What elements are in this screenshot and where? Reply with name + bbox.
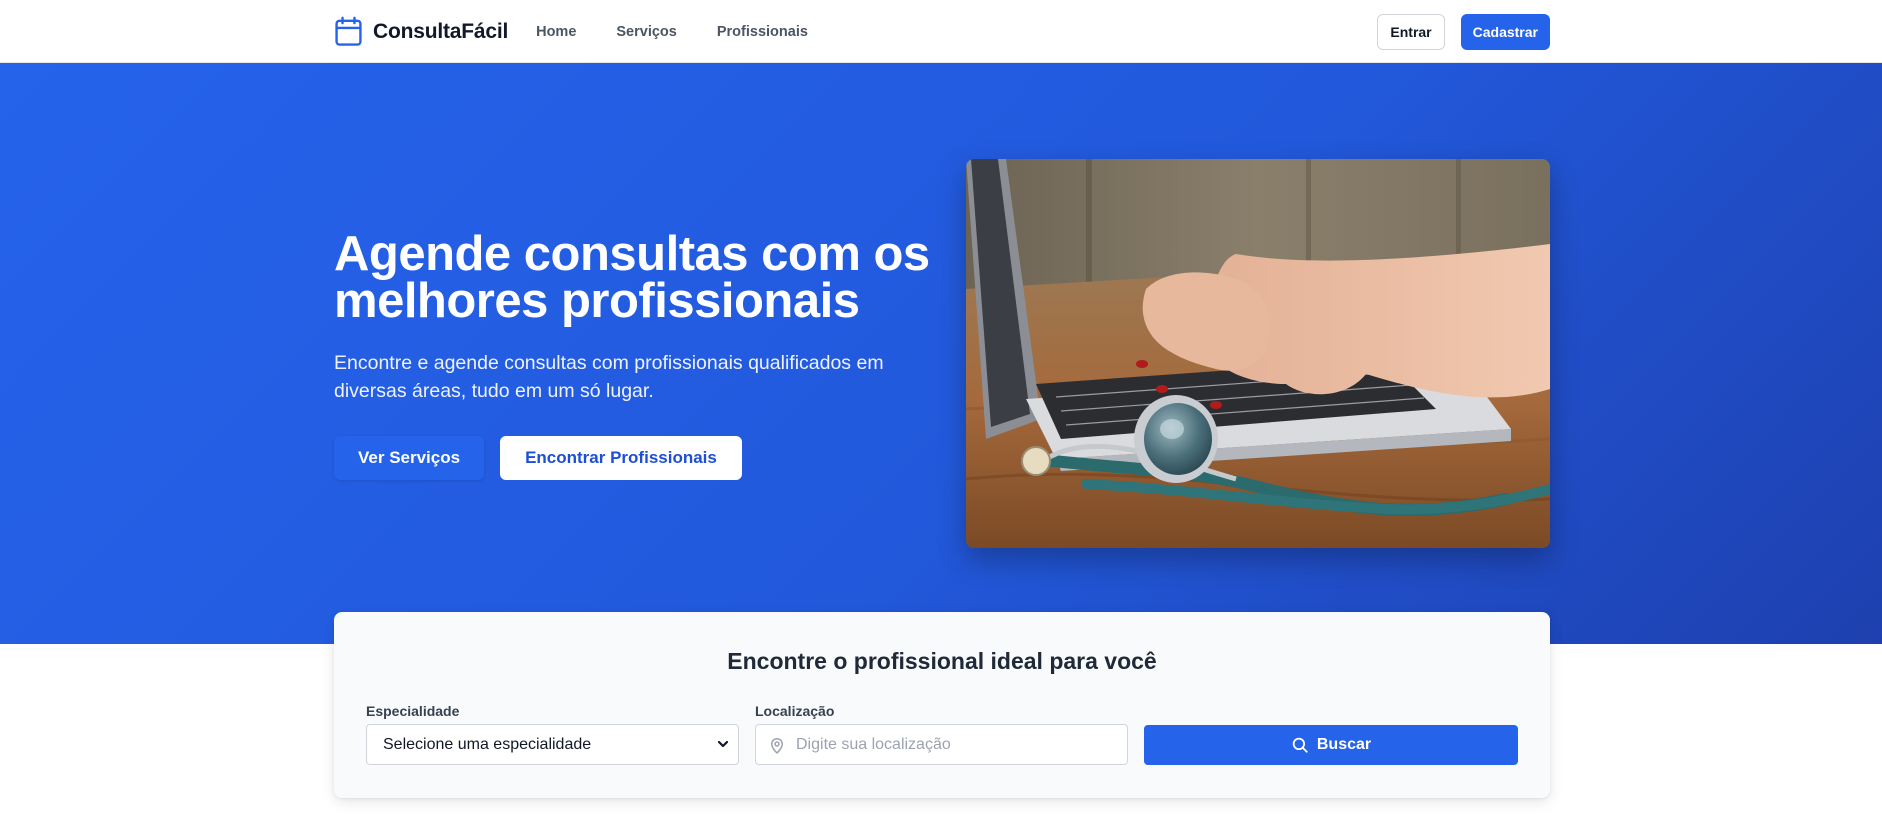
chevron-down-icon	[717, 740, 729, 748]
specialty-select-value: Selecione uma especialidade	[383, 735, 592, 753]
calendar-icon	[335, 16, 362, 46]
login-button[interactable]: Entrar	[1377, 13, 1445, 50]
hero-section: Agende consultas com os melhores profiss…	[0, 63, 1882, 644]
search-button-label: Buscar	[1316, 736, 1372, 753]
brand-logo[interactable]: ConsultaFácil	[334, 16, 508, 47]
nav-link-services[interactable]: Serviços	[616, 24, 676, 40]
hero-buttons: Ver Serviços Encontrar Profissionais	[334, 436, 742, 480]
view-services-button[interactable]: Ver Serviços	[334, 436, 485, 480]
search-button[interactable]: Buscar	[1144, 725, 1518, 765]
specialty-label: Especialidade	[366, 703, 460, 719]
search-card: Encontre o profissional ideal para você …	[334, 612, 1550, 798]
hero-subtitle: Encontre e agende consultas com profissi…	[334, 352, 884, 402]
location-field	[755, 724, 1128, 765]
signup-button[interactable]: Cadastrar	[1460, 13, 1550, 50]
nav-link-professionals[interactable]: Profissionais	[717, 24, 808, 40]
hero-title: Agende consultas com os melhores profiss…	[334, 227, 930, 328]
location-label: Localização	[755, 703, 835, 719]
location-input[interactable]	[796, 725, 1116, 764]
navbar: ConsultaFácil Home Serviços Profissionai…	[0, 0, 1882, 63]
nav-actions: Entrar Cadastrar	[1377, 13, 1550, 50]
nav-link-home[interactable]: Home	[536, 24, 576, 40]
map-pin-icon	[771, 738, 783, 754]
hero-image	[966, 159, 1550, 548]
specialty-select[interactable]: Selecione uma especialidade	[366, 724, 739, 765]
main-nav: Home Serviços Profissionais	[536, 24, 808, 40]
brand-name: ConsultaFácil	[373, 19, 509, 43]
search-icon	[1292, 737, 1308, 753]
search-title: Encontre o profissional ideal para você	[727, 648, 1157, 674]
find-professionals-button[interactable]: Encontrar Profissionais	[500, 436, 742, 480]
navbar-container: ConsultaFácil Home Serviços Profissionai…	[334, 0, 1550, 63]
